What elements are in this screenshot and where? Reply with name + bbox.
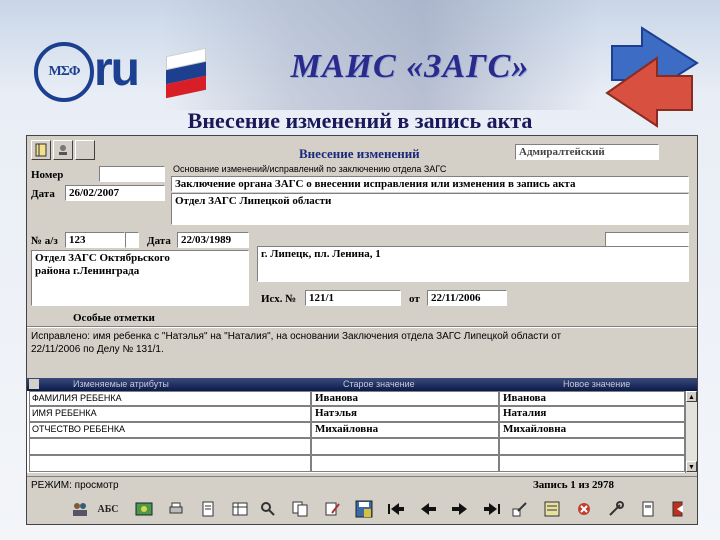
registry-office-line-1: Отдел ЗАГС Октябрьского: [35, 252, 170, 264]
mirtel-logo: MΣΦ ru: [34, 38, 209, 110]
column-header-new-value: Новое значение: [563, 379, 631, 389]
district-field[interactable]: Адмиралтейский: [515, 144, 659, 160]
save-icon[interactable]: [353, 498, 375, 520]
print-icon[interactable]: [165, 498, 187, 520]
seal-icon-button[interactable]: [53, 140, 73, 160]
grid-scrollbar[interactable]: ▲ ▼: [685, 391, 697, 473]
basis-line-2[interactable]: Отдел ЗАГС Липецкой области: [171, 193, 689, 225]
copy-icon[interactable]: [289, 498, 311, 520]
act-number-spin[interactable]: [125, 232, 139, 248]
act-date-label: Дата: [147, 235, 171, 247]
mode-status: РЕЖИМ: просмотр: [31, 480, 119, 491]
act-number-field[interactable]: 123: [65, 232, 125, 248]
exit-icon[interactable]: [667, 498, 689, 520]
search-icon[interactable]: [257, 498, 279, 520]
last-record-icon[interactable]: [481, 498, 503, 520]
table-icon[interactable]: [229, 498, 251, 520]
grid-empty-cell[interactable]: [311, 438, 499, 455]
book-icon: [35, 143, 47, 157]
special-marks-line-2: 22/11/2006 по Делу № 131/1.: [31, 344, 164, 355]
outgoing-number-label: Исх. №: [261, 293, 297, 305]
first-record-icon[interactable]: [385, 498, 407, 520]
grid-empty-cell[interactable]: [499, 438, 685, 455]
delete-icon[interactable]: [573, 498, 595, 520]
grid-empty-cell[interactable]: [499, 455, 685, 472]
edit-icon[interactable]: [321, 498, 343, 520]
attributes-grid: ФАМИЛИЯ РЕБЕНКА Иванова Иванова ИМЯ РЕБЕ…: [27, 391, 697, 473]
from-date-field[interactable]: 22/11/2006: [427, 290, 507, 306]
date-label: Дата: [31, 188, 55, 200]
previous-record-icon[interactable]: [417, 498, 439, 520]
grid-cell-old-value[interactable]: Михайловна: [311, 422, 499, 438]
grid-cell-new-value[interactable]: Михайловна: [499, 422, 685, 438]
blank-button[interactable]: [75, 140, 95, 160]
abc-sort-button[interactable]: АБС: [97, 498, 119, 520]
scroll-up-icon[interactable]: ▲: [686, 391, 697, 402]
special-marks-line-1: Исправлено: имя ребенка с "Натэлья" на "…: [31, 331, 562, 342]
grid-corner-icon: [29, 379, 39, 389]
tools-icon[interactable]: [605, 498, 627, 520]
divider: [27, 326, 697, 328]
basis-line-1[interactable]: Заключение органа ЗАГС о внесении исправ…: [171, 176, 689, 192]
basis-label: Основание изменений/исправлений по заклю…: [173, 164, 447, 174]
number-field[interactable]: [99, 166, 165, 182]
grid-cell-attribute[interactable]: ОТЧЕСТВО РЕБЕНКА: [29, 422, 311, 438]
grid-cell-attribute[interactable]: ИМЯ РЕБЕНКА: [29, 406, 311, 422]
status-bar: РЕЖИМ: просмотр Запись 1 из 2978: [27, 476, 697, 494]
photo-icon[interactable]: [133, 498, 155, 520]
number-label: Номер: [31, 169, 64, 181]
act-number-label: № а/з: [31, 235, 58, 247]
act-date-field[interactable]: 22/03/1989: [177, 232, 249, 248]
record-counter: Запись 1 из 2978: [533, 479, 615, 491]
properties-icon[interactable]: [637, 498, 659, 520]
slide-subtitle: Внесение изменений в запись акта: [187, 108, 533, 133]
document-icon[interactable]: [197, 498, 219, 520]
russian-flag-icon: [166, 47, 206, 99]
grid-cell-old-value[interactable]: Иванова: [311, 391, 499, 406]
filter-icon[interactable]: [541, 498, 563, 520]
registry-office-line-2: района г.Ленинграда: [35, 265, 140, 277]
grid-cell-attribute[interactable]: ФАМИЛИЯ РЕБЕНКА: [29, 391, 311, 406]
users-icon[interactable]: [69, 498, 91, 520]
outgoing-number-field[interactable]: 121/1: [305, 290, 401, 306]
from-label: от: [409, 293, 420, 305]
grid-cell-new-value[interactable]: Иванова: [499, 391, 685, 406]
special-marks-text: Исправлено: имя ребенка с "Натэлья" на "…: [31, 330, 691, 356]
slide-title: МАИС «ЗАГС»: [290, 48, 530, 85]
attributes-grid-header: Изменяемые атрибуты Старое значение Ново…: [27, 378, 697, 391]
logo-emblem-icon: MΣΦ: [34, 42, 94, 102]
column-header-old-value: Старое значение: [343, 379, 415, 389]
grid-empty-cell[interactable]: [29, 438, 311, 455]
address-field[interactable]: г. Липецк, пл. Ленина, 1: [257, 246, 689, 282]
special-marks-label: Особые отметки: [73, 312, 155, 324]
form-header-title: Внесение изменений: [299, 146, 420, 161]
application-window: Внесение изменений Адмиралтейский Номер …: [26, 135, 698, 525]
stamp-icon: [59, 145, 67, 155]
grid-empty-cell[interactable]: [311, 455, 499, 472]
grid-cell-new-value[interactable]: Наталия: [499, 406, 685, 422]
registry-office-field[interactable]: Отдел ЗАГС Октябрьского района г.Ленингр…: [31, 250, 249, 306]
book-icon-button[interactable]: [31, 140, 51, 160]
scroll-down-icon[interactable]: ▼: [686, 461, 697, 472]
logo-text: ru: [94, 43, 140, 96]
column-header-attribute: Изменяемые атрибуты: [73, 379, 169, 389]
next-record-icon[interactable]: [449, 498, 471, 520]
grid-empty-cell[interactable]: [29, 455, 311, 472]
grid-cell-old-value[interactable]: Натэлья: [311, 406, 499, 422]
go-to-record-icon[interactable]: [509, 498, 531, 520]
date-field[interactable]: 26/02/2007: [65, 185, 165, 201]
